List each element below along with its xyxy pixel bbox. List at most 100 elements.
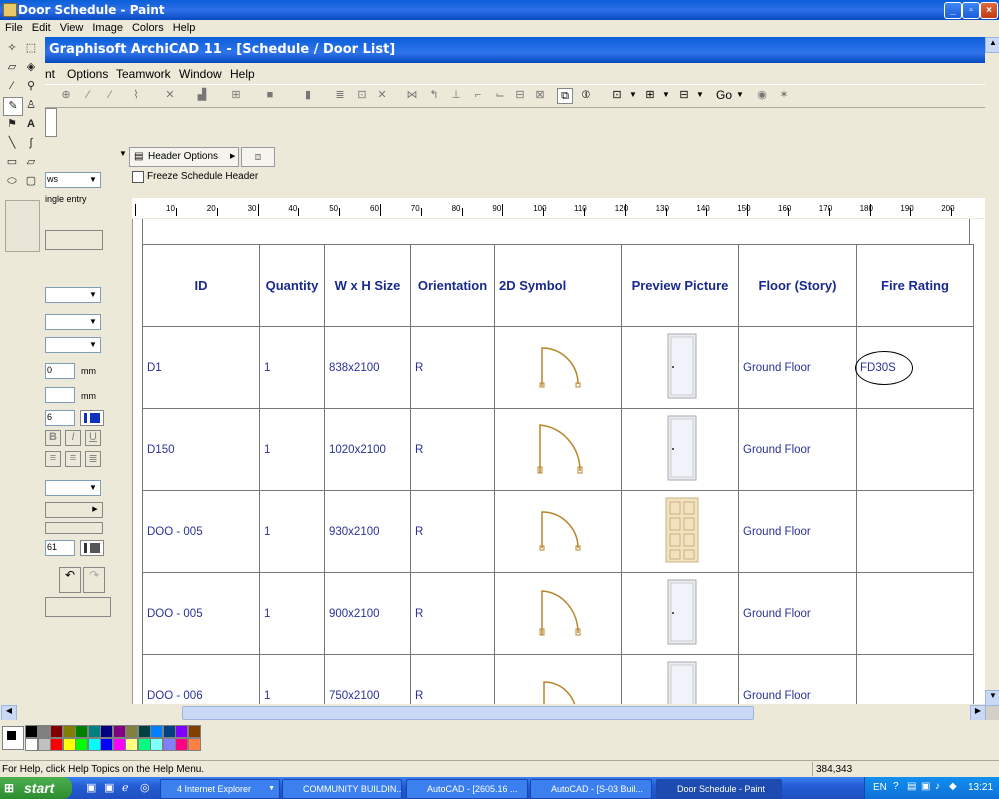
cell-fire-rating[interactable]: FD30S bbox=[855, 326, 974, 409]
color-swatch[interactable] bbox=[175, 738, 188, 751]
tool-icon[interactable]: ≣ bbox=[333, 88, 347, 102]
color-swatch[interactable] bbox=[75, 725, 88, 738]
pen-color-swatch[interactable] bbox=[80, 410, 104, 426]
col-header-fire-rating[interactable]: Fire Rating bbox=[856, 244, 974, 327]
paint-app-icon[interactable] bbox=[3, 3, 17, 17]
cell-fire-rating[interactable] bbox=[856, 490, 974, 573]
cell-quantity[interactable]: 1 bbox=[259, 490, 325, 573]
task-autocad-2[interactable]: AutoCAD - [S-03 Buil... bbox=[530, 779, 652, 799]
panel-button[interactable] bbox=[45, 230, 103, 250]
chevron-down-icon[interactable]: ▼ bbox=[659, 88, 673, 102]
polygon-icon[interactable]: ⏥ bbox=[22, 154, 40, 171]
tool-icon[interactable]: ⋈ bbox=[405, 88, 419, 102]
go-button[interactable]: Go bbox=[716, 88, 732, 102]
free-select-icon[interactable]: ✧ bbox=[3, 40, 21, 57]
color-swatch[interactable] bbox=[150, 725, 163, 738]
airbrush-icon[interactable]: ⚑ bbox=[3, 116, 21, 133]
cell-quantity[interactable]: 1 bbox=[259, 326, 325, 409]
scroll-right-icon[interactable]: ▶ bbox=[970, 705, 986, 721]
minimize-button[interactable]: _ bbox=[944, 2, 962, 19]
fill-icon[interactable]: ◈ bbox=[22, 59, 40, 76]
undo-icon[interactable]: ↶ bbox=[59, 567, 81, 593]
chevron-down-icon[interactable]: ▼ bbox=[693, 88, 707, 102]
tool-icon[interactable]: ⊡ bbox=[355, 88, 369, 102]
color-swatch[interactable] bbox=[137, 738, 151, 751]
menu-partial[interactable]: nt bbox=[45, 67, 55, 81]
color-swatch[interactable] bbox=[25, 738, 38, 751]
quicklaunch-icon[interactable]: ▣ bbox=[104, 781, 114, 794]
align-justify-icon[interactable]: ≣ bbox=[85, 451, 101, 467]
menu-image[interactable]: Image bbox=[87, 20, 127, 34]
scroll-down-icon[interactable]: ▼ bbox=[985, 690, 999, 706]
tool-icon[interactable]: ⁄ bbox=[81, 88, 95, 102]
color-swatch[interactable] bbox=[175, 725, 188, 738]
border-button[interactable]: ▶ bbox=[45, 502, 103, 518]
task-community-building[interactable]: COMMUNITY BUILDIN... bbox=[282, 779, 402, 799]
menu-edit[interactable]: Edit bbox=[27, 20, 55, 34]
line-pen-swatch[interactable] bbox=[80, 540, 104, 556]
menu-file[interactable]: File bbox=[0, 20, 27, 34]
color-swatch[interactable] bbox=[100, 738, 113, 751]
tool-icon[interactable]: ⧉ bbox=[557, 88, 573, 104]
cell-fire-rating[interactable] bbox=[856, 572, 974, 655]
color-swatch[interactable] bbox=[37, 738, 51, 751]
align-right-icon[interactable]: ≡ bbox=[65, 451, 81, 467]
cell-size[interactable]: 930x2100 bbox=[324, 490, 411, 573]
volume-icon[interactable]: ♪ bbox=[935, 781, 940, 792]
help-icon[interactable]: ? bbox=[893, 781, 899, 792]
task-paint[interactable]: Door Schedule - Paint bbox=[656, 779, 782, 799]
tool-icon[interactable]: ⊠ bbox=[533, 88, 547, 102]
color-swatch[interactable] bbox=[62, 738, 76, 751]
task-autocad-1[interactable]: AutoCAD - [2605.16 ... bbox=[406, 779, 528, 799]
tool-options-box[interactable] bbox=[5, 200, 40, 252]
col-header-size[interactable]: W x H Size bbox=[324, 244, 411, 327]
format-dropdown[interactable]: ws ▼ bbox=[45, 172, 101, 188]
col-header-floor[interactable]: Floor (Story) bbox=[738, 244, 857, 327]
tool-icon[interactable]: ▮ bbox=[301, 88, 315, 102]
freeze-header-checkbox[interactable] bbox=[132, 171, 144, 183]
ie-icon[interactable]: ℯ bbox=[122, 781, 129, 794]
cell-orientation[interactable]: R bbox=[410, 326, 495, 409]
network-icon[interactable]: ▤ bbox=[907, 781, 916, 792]
ellipse-icon[interactable]: ⬭ bbox=[3, 173, 21, 190]
menu-colors[interactable]: Colors bbox=[127, 20, 168, 34]
quicklaunch-icon[interactable]: ▣ bbox=[86, 781, 96, 794]
quicklaunch-icon[interactable]: ◎ bbox=[140, 781, 150, 794]
font-dropdown[interactable]: ▼ bbox=[45, 314, 101, 330]
horizontal-scrollbar[interactable]: ◀ ▶ bbox=[0, 704, 986, 721]
cell-quantity[interactable]: 1 bbox=[259, 654, 325, 704]
color-swatch[interactable] bbox=[162, 725, 176, 738]
tool-icon[interactable]: ⊟ bbox=[513, 88, 527, 102]
color-swatch[interactable] bbox=[25, 725, 38, 738]
pen-field[interactable]: 6 bbox=[45, 410, 75, 426]
size-field[interactable]: 0 bbox=[45, 363, 75, 379]
spacing-field[interactable] bbox=[45, 387, 75, 403]
cell-orientation[interactable]: R bbox=[410, 490, 495, 573]
table-row[interactable]: DOO - 005 1 900x2100 R Ground Floor bbox=[142, 572, 974, 655]
cell-floor[interactable]: Ground Floor bbox=[738, 408, 857, 491]
color-swatch[interactable] bbox=[87, 725, 101, 738]
tool-icon[interactable]: ▟ bbox=[195, 88, 209, 102]
cell-id[interactable]: D1 bbox=[142, 326, 260, 409]
underline-button[interactable]: U bbox=[85, 430, 101, 446]
tool-icon[interactable]: ⊞ bbox=[229, 88, 243, 102]
col-header-preview[interactable]: Preview Picture bbox=[621, 244, 739, 327]
scroll-left-icon[interactable]: ◀ bbox=[1, 705, 17, 721]
menu-help[interactable]: Help bbox=[168, 20, 200, 34]
color-swatch[interactable] bbox=[62, 725, 76, 738]
redo-icon[interactable]: ↷ bbox=[83, 567, 105, 593]
chevron-down-icon[interactable]: ▼ bbox=[626, 88, 640, 102]
cell-preview[interactable] bbox=[621, 408, 739, 491]
collapse-icon[interactable]: ▼ bbox=[119, 149, 127, 158]
line-icon[interactable]: ╲ bbox=[3, 135, 21, 152]
menu-window[interactable]: Window bbox=[179, 67, 222, 81]
start-button[interactable]: ⊞ start bbox=[0, 777, 72, 799]
curve-icon[interactable]: ∫ bbox=[22, 135, 40, 152]
color-swatch[interactable] bbox=[112, 725, 126, 738]
rounded-rect-icon[interactable]: ▢ bbox=[22, 173, 40, 190]
cell-2d-symbol[interactable] bbox=[494, 326, 622, 409]
scroll-thumb[interactable] bbox=[182, 706, 754, 720]
close-button[interactable]: × bbox=[980, 2, 998, 19]
menu-view[interactable]: View bbox=[55, 20, 88, 34]
panel-button[interactable] bbox=[45, 597, 111, 617]
